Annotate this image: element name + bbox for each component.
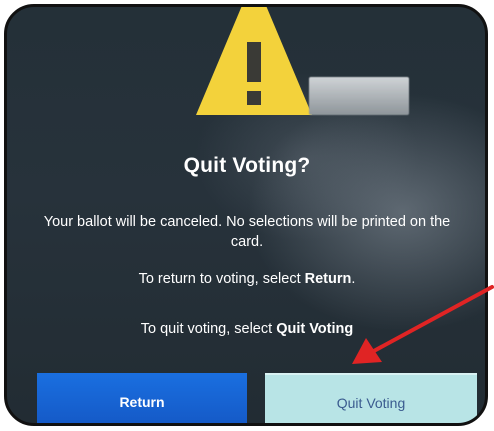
return-instruction-end: . <box>351 271 356 287</box>
return-button[interactable]: Return <box>37 373 247 423</box>
return-keyword: Return <box>304 271 352 287</box>
quit-keyword: Quit Voting <box>276 321 354 337</box>
cancel-message: Your ballot will be canceled. No selecti… <box>43 214 451 250</box>
quit-instruction-text: To quit voting, select <box>140 321 277 337</box>
return-instruction-text: To return to voting, select <box>138 271 305 287</box>
voting-screen: Quit Voting? Your ballot will be cancele… <box>4 4 488 426</box>
redaction-block <box>309 77 409 115</box>
warning-icon <box>196 7 312 115</box>
quit-voting-button[interactable]: Quit Voting <box>265 373 477 423</box>
quit-instruction: To quit voting, select Quit Voting <box>27 319 467 339</box>
dialog-title: Quit Voting? <box>183 154 311 177</box>
return-instruction: To return to voting, select Return. <box>27 269 467 289</box>
